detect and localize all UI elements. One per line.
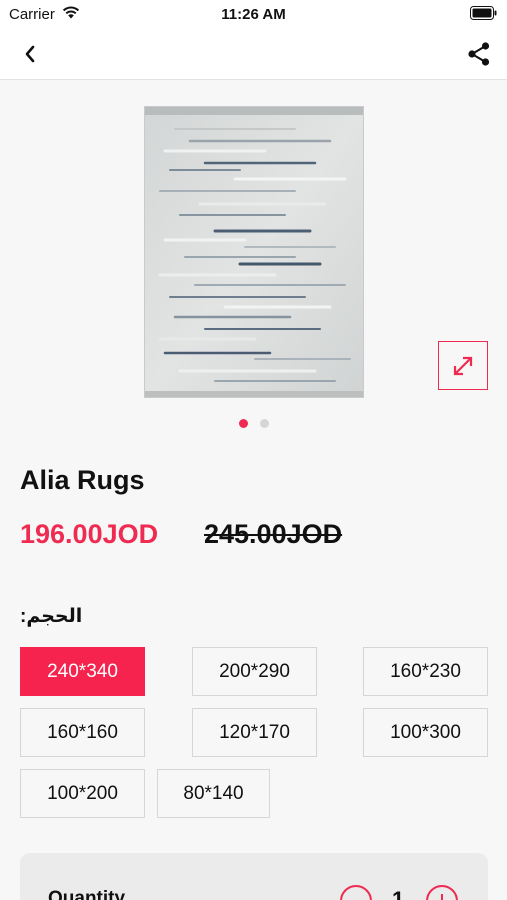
chevron-left-icon — [25, 45, 35, 63]
pager-dot-active[interactable] — [239, 419, 248, 428]
expand-arrows-icon — [453, 356, 473, 375]
image-pager — [0, 419, 507, 429]
quantity-label: Quantity — [48, 888, 126, 900]
size-option[interactable]: 240*340 — [20, 647, 145, 696]
product-title: Alia Rugs — [20, 465, 145, 495]
expand-image-button[interactable] — [438, 341, 488, 390]
status-bar: Carrier 11:26 AM — [0, 0, 507, 28]
size-label: الحجم: — [20, 606, 83, 627]
share-icon — [468, 42, 490, 66]
battery-icon — [470, 6, 497, 20]
size-option[interactable]: 160*160 — [20, 708, 145, 757]
size-option[interactable]: 200*290 — [192, 647, 317, 696]
original-price: 245.00JOD — [204, 519, 343, 549]
quantity-card: Quantity 1 — [20, 853, 488, 900]
navigation-bar — [0, 28, 507, 80]
status-time: 11:26 AM — [221, 6, 286, 23]
quantity-value: 1 — [392, 887, 405, 900]
increase-quantity-button[interactable] — [426, 885, 458, 900]
product-image[interactable] — [144, 106, 364, 398]
size-option[interactable]: 160*230 — [363, 647, 488, 696]
size-option[interactable]: 120*170 — [192, 708, 317, 757]
current-price: 196.00JOD — [20, 519, 159, 549]
size-option[interactable]: 100*200 — [20, 769, 145, 818]
size-option[interactable]: 100*300 — [363, 708, 488, 757]
share-button[interactable] — [463, 39, 495, 69]
rug-image — [145, 107, 363, 397]
back-button[interactable] — [14, 40, 46, 68]
size-option[interactable]: 80*140 — [157, 769, 270, 818]
pager-dot[interactable] — [260, 419, 269, 428]
decrease-quantity-button[interactable] — [340, 885, 372, 900]
